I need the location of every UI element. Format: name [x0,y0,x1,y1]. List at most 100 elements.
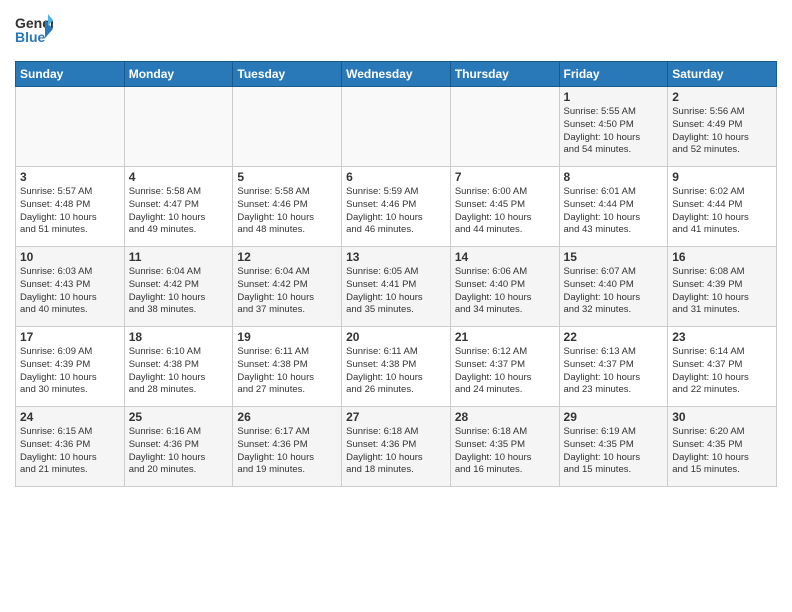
day-number: 4 [129,170,229,184]
logo-icon: General Blue [15,10,53,53]
calendar-day [450,87,559,167]
day-info: Sunrise: 6:05 AM Sunset: 4:41 PM Dayligh… [346,266,446,317]
day-number: 6 [346,170,446,184]
day-number: 29 [564,410,664,424]
day-info: Sunrise: 6:16 AM Sunset: 4:36 PM Dayligh… [129,426,229,477]
day-number: 8 [564,170,664,184]
weekday-header-friday: Friday [559,62,668,87]
logo: General Blue [15,10,53,53]
day-number: 5 [237,170,337,184]
calendar-day: 21Sunrise: 6:12 AM Sunset: 4:37 PM Dayli… [450,327,559,407]
day-number: 13 [346,250,446,264]
calendar-day: 6 Sunrise: 5:59 AM Sunset: 4:46 PM Daylig… [342,167,451,247]
day-number: 17 [20,330,120,344]
day-info: Sunrise: 6:20 AM Sunset: 4:35 PM Dayligh… [672,426,772,477]
svg-text:Blue: Blue [15,29,46,45]
calendar-day: 16 Sunrise: 6:08 AM Sunset: 4:39 PM Dayli… [668,247,777,327]
weekday-header-thursday: Thursday [450,62,559,87]
day-info: Sunrise: 6:11 AM Sunset: 4:38 PM Dayligh… [346,346,446,397]
day-info: Sunrise: 6:01 AM Sunset: 4:44 PM Dayligh… [564,186,664,237]
page-header: General Blue [15,10,777,53]
day-number: 12 [237,250,337,264]
day-number: 16 [672,250,772,264]
day-info: Sunrise: 6:04 AM Sunset: 4:42 PM Dayligh… [129,266,229,317]
day-info: Sunrise: 5:59 AM Sunset: 4:46 PM Dayligh… [346,186,446,237]
day-number: 1 [564,90,664,104]
day-info: Sunrise: 6:03 AM Sunset: 4:43 PM Dayligh… [20,266,120,317]
calendar-day: 7Sunrise: 6:00 AM Sunset: 4:45 PM Daylig… [450,167,559,247]
day-number: 20 [346,330,446,344]
calendar-body: 1 Sunrise: 5:55 AM Sunset: 4:50 PM Daylig… [16,87,777,487]
calendar-day: 1 Sunrise: 5:55 AM Sunset: 4:50 PM Daylig… [559,87,668,167]
day-info: Sunrise: 5:58 AM Sunset: 4:47 PM Dayligh… [129,186,229,237]
day-info: Sunrise: 6:06 AM Sunset: 4:40 PM Dayligh… [455,266,555,317]
calendar-day: 19Sunrise: 6:11 AM Sunset: 4:38 PM Dayli… [233,327,342,407]
calendar-day [233,87,342,167]
day-number: 18 [129,330,229,344]
day-info: Sunrise: 6:12 AM Sunset: 4:37 PM Dayligh… [455,346,555,397]
calendar-day: 8 Sunrise: 6:01 AM Sunset: 4:44 PM Daylig… [559,167,668,247]
day-info: Sunrise: 6:08 AM Sunset: 4:39 PM Dayligh… [672,266,772,317]
calendar-day: 17 Sunrise: 6:09 AM Sunset: 4:39 PM Dayli… [16,327,125,407]
calendar-day: 18 Sunrise: 6:10 AM Sunset: 4:38 PM Dayli… [124,327,233,407]
day-number: 19 [237,330,337,344]
calendar-week-3: 10 Sunrise: 6:03 AM Sunset: 4:43 PM Dayli… [16,247,777,327]
day-number: 25 [129,410,229,424]
calendar-day: 14 Sunrise: 6:06 AM Sunset: 4:40 PM Dayli… [450,247,559,327]
day-number: 2 [672,90,772,104]
day-number: 26 [237,410,337,424]
calendar-day [124,87,233,167]
day-number: 30 [672,410,772,424]
weekday-header-sunday: Sunday [16,62,125,87]
calendar-day [342,87,451,167]
calendar-day: 11 Sunrise: 6:04 AM Sunset: 4:42 PM Dayli… [124,247,233,327]
day-number: 3 [20,170,120,184]
calendar-header: SundayMondayTuesdayWednesdayThursdayFrid… [16,62,777,87]
day-number: 7 [455,170,555,184]
day-number: 11 [129,250,229,264]
calendar-day: 9 Sunrise: 6:02 AM Sunset: 4:44 PM Daylig… [668,167,777,247]
day-info: Sunrise: 5:56 AM Sunset: 4:49 PM Dayligh… [672,106,772,157]
calendar-day: 4 Sunrise: 5:58 AM Sunset: 4:47 PM Daylig… [124,167,233,247]
calendar-day: 26Sunrise: 6:17 AM Sunset: 4:36 PM Dayli… [233,407,342,487]
calendar-page: General Blue SundayMondayTuesdayWednesda… [0,0,792,612]
day-number: 28 [455,410,555,424]
calendar-day: 30 Sunrise: 6:20 AM Sunset: 4:35 PM Dayli… [668,407,777,487]
calendar-day: 20 Sunrise: 6:11 AM Sunset: 4:38 PM Dayli… [342,327,451,407]
day-info: Sunrise: 5:55 AM Sunset: 4:50 PM Dayligh… [564,106,664,157]
day-number: 24 [20,410,120,424]
weekday-header-wednesday: Wednesday [342,62,451,87]
weekday-header-monday: Monday [124,62,233,87]
day-number: 14 [455,250,555,264]
day-number: 22 [564,330,664,344]
day-number: 23 [672,330,772,344]
calendar-day: 22Sunrise: 6:13 AM Sunset: 4:37 PM Dayli… [559,327,668,407]
day-info: Sunrise: 6:10 AM Sunset: 4:38 PM Dayligh… [129,346,229,397]
day-number: 9 [672,170,772,184]
calendar-week-4: 17 Sunrise: 6:09 AM Sunset: 4:39 PM Dayli… [16,327,777,407]
calendar-day [16,87,125,167]
day-info: Sunrise: 6:18 AM Sunset: 4:35 PM Dayligh… [455,426,555,477]
calendar-day: 23 Sunrise: 6:14 AM Sunset: 4:37 PM Dayli… [668,327,777,407]
calendar-day: 28 Sunrise: 6:18 AM Sunset: 4:35 PM Dayli… [450,407,559,487]
day-info: Sunrise: 6:07 AM Sunset: 4:40 PM Dayligh… [564,266,664,317]
weekday-header-tuesday: Tuesday [233,62,342,87]
calendar-day: 27Sunrise: 6:18 AM Sunset: 4:36 PM Dayli… [342,407,451,487]
calendar-day: 15 Sunrise: 6:07 AM Sunset: 4:40 PM Dayli… [559,247,668,327]
day-number: 27 [346,410,446,424]
calendar-day: 10 Sunrise: 6:03 AM Sunset: 4:43 PM Dayli… [16,247,125,327]
day-info: Sunrise: 6:19 AM Sunset: 4:35 PM Dayligh… [564,426,664,477]
calendar-week-1: 1 Sunrise: 5:55 AM Sunset: 4:50 PM Daylig… [16,87,777,167]
calendar-day: 5 Sunrise: 5:58 AM Sunset: 4:46 PM Daylig… [233,167,342,247]
calendar-week-2: 3Sunrise: 5:57 AM Sunset: 4:48 PM Daylig… [16,167,777,247]
weekday-header-saturday: Saturday [668,62,777,87]
day-number: 10 [20,250,120,264]
day-info: Sunrise: 5:58 AM Sunset: 4:46 PM Dayligh… [237,186,337,237]
day-info: Sunrise: 6:02 AM Sunset: 4:44 PM Dayligh… [672,186,772,237]
day-info: Sunrise: 6:14 AM Sunset: 4:37 PM Dayligh… [672,346,772,397]
day-info: Sunrise: 6:04 AM Sunset: 4:42 PM Dayligh… [237,266,337,317]
day-info: Sunrise: 6:09 AM Sunset: 4:39 PM Dayligh… [20,346,120,397]
calendar-week-5: 24Sunrise: 6:15 AM Sunset: 4:36 PM Dayli… [16,407,777,487]
calendar-day: 2 Sunrise: 5:56 AM Sunset: 4:49 PM Daylig… [668,87,777,167]
day-number: 15 [564,250,664,264]
